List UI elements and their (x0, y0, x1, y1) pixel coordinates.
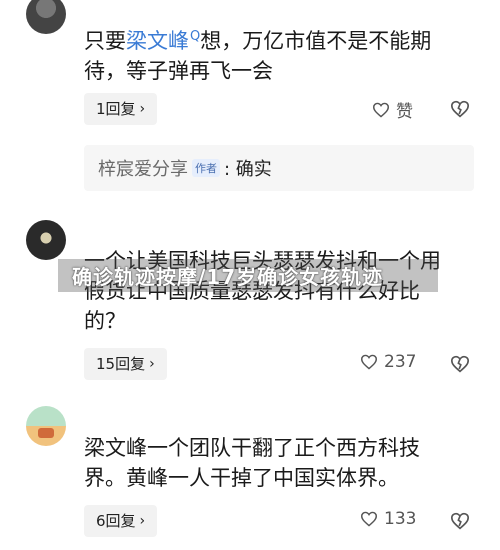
chevron-right-icon: › (139, 513, 146, 529)
reply-count-button[interactable]: 15回复 › (84, 348, 167, 380)
chevron-right-icon: › (139, 101, 146, 117)
user-mention-link[interactable]: 梁文峰 (126, 29, 189, 53)
heart-broken-icon[interactable] (450, 512, 470, 530)
heart-broken-icon[interactable] (450, 100, 470, 118)
chevron-right-icon: › (149, 356, 155, 372)
avatar[interactable] (26, 0, 66, 34)
reply-preview[interactable]: 梓宸爱分享 作者 : 确实 (84, 145, 474, 191)
avatar[interactable] (26, 406, 66, 446)
search-icon[interactable]: Q (190, 29, 200, 44)
like-button[interactable]: 237 (360, 352, 416, 372)
heart-outline-icon (360, 511, 378, 527)
comment-text: 只要梁文峰Q想，万亿市值不是不能期 待，等子弹再飞一会 (84, 29, 432, 83)
heart-outline-icon (360, 354, 378, 370)
reply-count-button[interactable]: 6回复 › (84, 505, 158, 537)
like-button[interactable]: 赞 (372, 97, 413, 122)
author-badge: 作者 (192, 159, 220, 177)
overlay-text: 确诊轨迹按摩/17岁确诊女孩轨迹 (72, 265, 384, 289)
heart-outline-icon (372, 102, 390, 118)
avatar[interactable] (26, 220, 66, 260)
heart-broken-icon[interactable] (450, 355, 470, 373)
like-button[interactable]: 133 (360, 509, 416, 529)
overlay-banner: 确诊轨迹按摩/17岁确诊女孩轨迹 (58, 259, 438, 292)
reply-count-button[interactable]: 1回复 › (84, 93, 158, 125)
comment-text: 梁文峰一个团队干翻了正个西方科技 界。黄峰一人干掉了中国实体界。 (84, 436, 420, 490)
